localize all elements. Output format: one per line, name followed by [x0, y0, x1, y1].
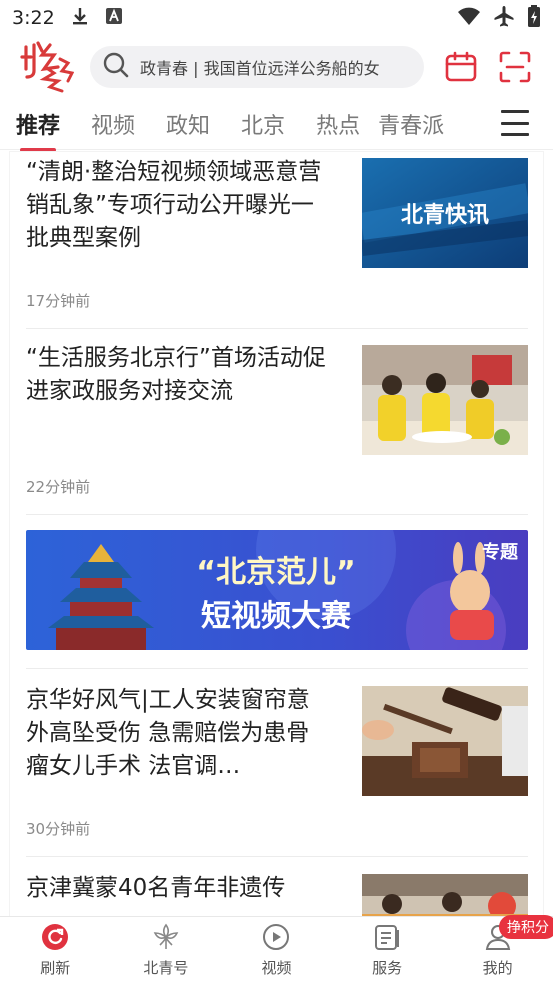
list-item[interactable]: “生活服务北京行”首场活动促进家政服务对接交流 22分钟前 [26, 342, 528, 502]
news-feed[interactable]: “清朗·整治短视频领域恶意营销乱象”专项行动公开曝光一批典型案例 17分钟前 北… [10, 152, 543, 916]
nav-label: 北青号 [143, 958, 189, 977]
status-bar: 3:22 [0, 0, 553, 36]
list-item[interactable]: 京津冀蒙40名青年非遗传 [26, 872, 528, 916]
article-title: 京华好风气|工人安装窗帘意外高坠受伤 急需赔偿为患骨瘤女儿手术 法官调… [26, 687, 310, 779]
article-title: 京津冀蒙40名青年非遗传 [26, 875, 286, 901]
tab-recommend[interactable]: 推荐 [16, 108, 60, 152]
nav-label: 视频 [261, 958, 292, 977]
article-thumbnail [362, 686, 528, 796]
article-time: 17分钟前 [26, 292, 91, 310]
article-time: 30分钟前 [26, 820, 91, 838]
search-box[interactable]: 政青春 | 我国首位远洋公务船的女 [90, 46, 424, 88]
airplane-icon [493, 5, 515, 32]
font-a-icon [105, 7, 123, 30]
points-badge[interactable]: 挣积分 [498, 915, 553, 939]
nav-label: 我的 [482, 958, 513, 977]
bottom-nav: 刷新 北青号 视频 服务 我的 挣积分 [0, 915, 553, 983]
divider [26, 328, 528, 329]
wifi-icon [457, 6, 481, 31]
app-screen: 3:22 政青春 | 我国首位远洋公务船的女 推荐 视频 政知 北京 热点 青春… [0, 0, 553, 983]
article-time: 22分钟前 [26, 478, 91, 496]
article-thumbnail [362, 345, 528, 455]
article-thumbnail: 北青快讯 [362, 158, 528, 268]
topic-banner[interactable]: “北京范儿” 短视频大赛 专题 [26, 530, 528, 650]
tab-youth[interactable]: 青春派 [378, 108, 444, 140]
tab-video[interactable]: 视频 [91, 108, 135, 140]
search-icon [102, 51, 130, 83]
service-doc-icon [373, 923, 401, 951]
tab-politics[interactable]: 政知 [166, 108, 210, 140]
article-title: “生活服务北京行”首场活动促进家政服务对接交流 [26, 345, 326, 404]
tab-beijing[interactable]: 北京 [241, 108, 285, 140]
search-placeholder: 政青春 | 我国首位远洋公务船的女 [140, 59, 380, 78]
nav-service[interactable]: 服务 [332, 917, 443, 983]
scan-icon[interactable] [498, 50, 532, 84]
list-item[interactable]: 京华好风气|工人安装窗帘意外高坠受伤 急需赔偿为患骨瘤女儿手术 法官调… 30分… [26, 684, 528, 844]
tab-hot[interactable]: 热点 [316, 108, 360, 140]
divider [26, 856, 528, 857]
status-time: 3:22 [12, 7, 55, 29]
list-item[interactable]: “清朗·整治短视频领域恶意营销乱象”专项行动公开曝光一批典型案例 17分钟前 北… [26, 156, 528, 316]
download-icon [71, 6, 89, 31]
menu-icon[interactable] [501, 110, 529, 136]
divider [26, 514, 528, 515]
battery-icon [527, 4, 541, 32]
refresh-icon [41, 923, 69, 951]
nav-beiqing-account[interactable]: 北青号 [111, 917, 222, 983]
banner-subline: 短视频大赛 [201, 599, 352, 634]
nav-video[interactable]: 视频 [221, 917, 332, 983]
article-thumbnail [362, 874, 528, 916]
play-icon [262, 923, 290, 951]
banner-headline: “北京范儿” [196, 555, 355, 590]
nav-label: 服务 [372, 958, 403, 977]
flower-icon [152, 923, 180, 951]
calendar-icon[interactable] [444, 50, 478, 84]
app-logo[interactable] [20, 39, 75, 95]
divider [26, 668, 528, 669]
channel-tabs: 推荐 视频 政知 北京 热点 青春派 [0, 98, 553, 152]
top-header: 政青春 | 我国首位远洋公务船的女 [0, 36, 553, 98]
nav-label: 刷新 [40, 958, 71, 977]
thumb-text: 北青快讯 [401, 203, 489, 228]
nav-refresh[interactable]: 刷新 [0, 917, 111, 983]
article-title: “清朗·整治短视频领域恶意营销乱象”专项行动公开曝光一批典型案例 [26, 159, 322, 251]
topic-tag: 专题 [482, 542, 518, 563]
nav-mine[interactable]: 我的 挣积分 [442, 915, 553, 983]
